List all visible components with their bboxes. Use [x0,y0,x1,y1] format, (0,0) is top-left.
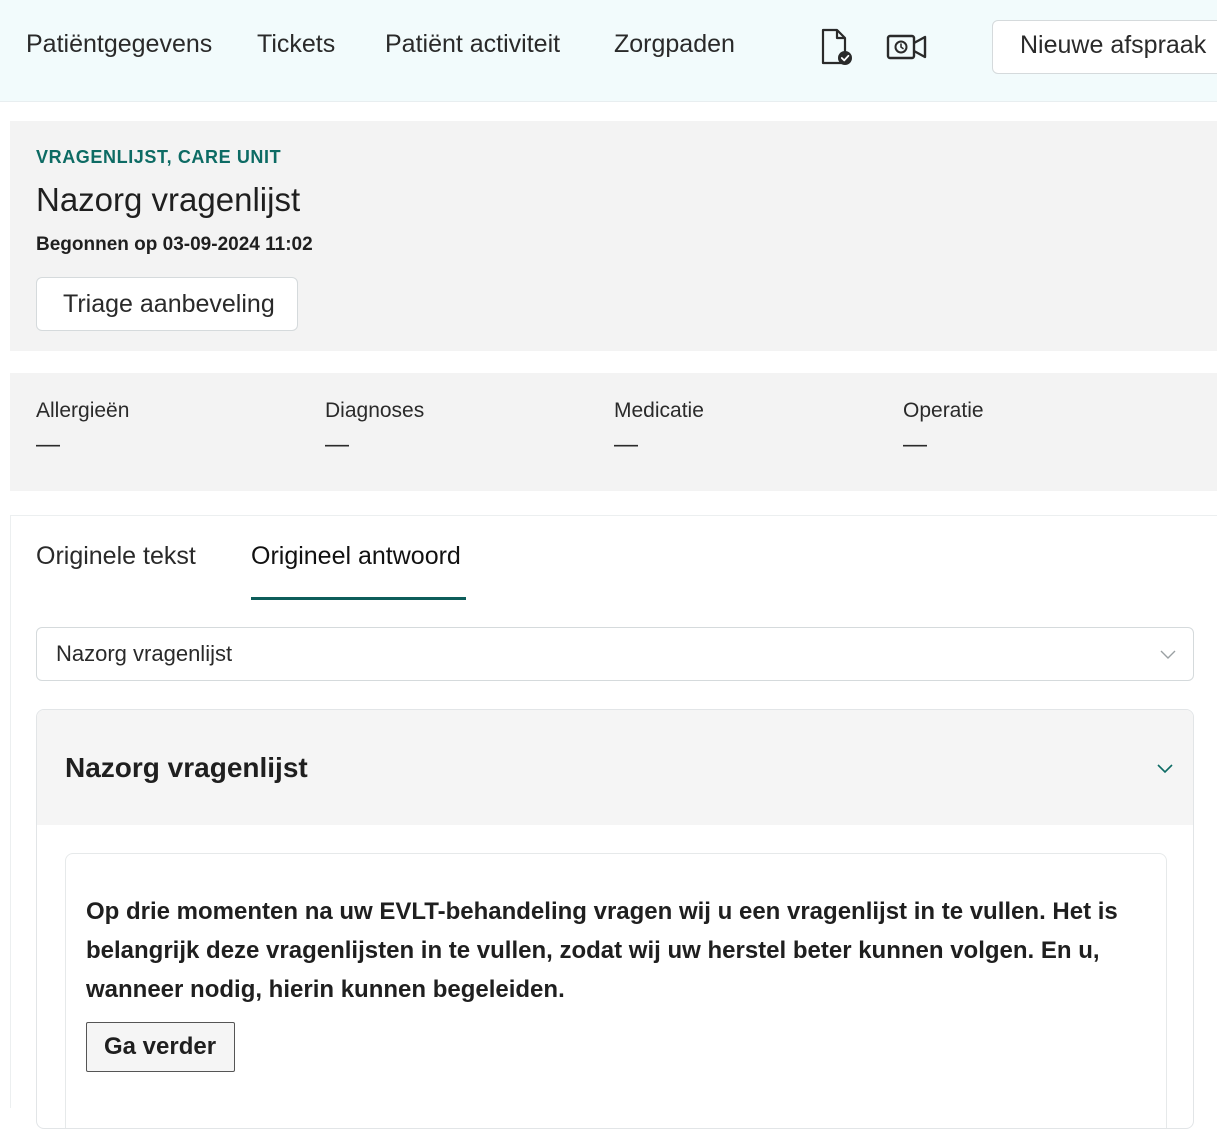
summary-label: Allergieën [36,399,130,422]
summary-value: — [614,431,638,458]
nav-link-tickets[interactable]: Tickets [257,30,335,59]
new-appointment-button[interactable]: Nieuwe afspraak [992,20,1217,74]
summary-label: Operatie [903,399,984,422]
summary-value: — [36,431,60,458]
summary-value: — [325,431,349,458]
summary-medication: Medicatie — [614,399,704,459]
page-title: Nazorg vragenlijst [36,181,301,218]
summary-value: — [903,431,927,458]
patient-summary: Allergieën — Diagnoses — Medicatie — Ope… [10,373,1217,491]
content-panel: Originele tekst Origineel antwoord Nazor… [10,515,1217,1129]
chevron-down-icon[interactable] [1155,758,1175,778]
nav-link-patient-activity[interactable]: Patiënt activiteit [385,30,560,59]
accordion-title: Nazorg vragenlijst [65,752,308,783]
triage-recommendation-button[interactable]: Triage aanbeveling [36,277,298,331]
summary-diagnoses: Diagnoses — [325,399,424,459]
select-value: Nazorg vragenlijst [56,641,233,666]
document-check-icon[interactable] [816,27,856,67]
active-tab-indicator [251,597,466,600]
chevron-down-icon [1159,645,1177,663]
questionnaire-category: VRAGENLIJST, CARE UNIT [36,147,282,167]
video-call-icon[interactable] [885,27,927,67]
question-text: Op drie momenten na uw EVLT-behandeling … [86,898,1118,1003]
summary-label: Diagnoses [325,399,425,422]
accordion-header[interactable]: Nazorg vragenlijst [37,710,1193,825]
nav-link-care-paths[interactable]: Zorgpaden [614,30,735,59]
summary-surgery: Operatie — [903,399,984,459]
tab-original-answer[interactable]: Origineel antwoord [251,542,461,571]
questionnaire-accordion: Nazorg vragenlijst Op drie momenten na u… [36,709,1194,1129]
questionnaire-header: VRAGENLIJST, CARE UNIT Nazorg vragenlijs… [10,121,1217,351]
question-card: Op drie momenten na uw EVLT-behandeling … [65,853,1167,1128]
nav-link-patient-data[interactable]: Patiëntgegevens [26,30,212,59]
started-timestamp: Begonnen op 03-09-2024 11:02 [36,234,313,255]
questionnaire-select[interactable]: Nazorg vragenlijst [36,627,1194,681]
summary-allergies: Allergieën — [36,399,129,459]
top-navigation: Patiëntgegevens Tickets Patiënt activite… [0,0,1217,102]
continue-button[interactable]: Ga verder [86,1022,235,1072]
summary-label: Medicatie [614,399,704,422]
tab-original-text[interactable]: Originele tekst [36,542,196,571]
